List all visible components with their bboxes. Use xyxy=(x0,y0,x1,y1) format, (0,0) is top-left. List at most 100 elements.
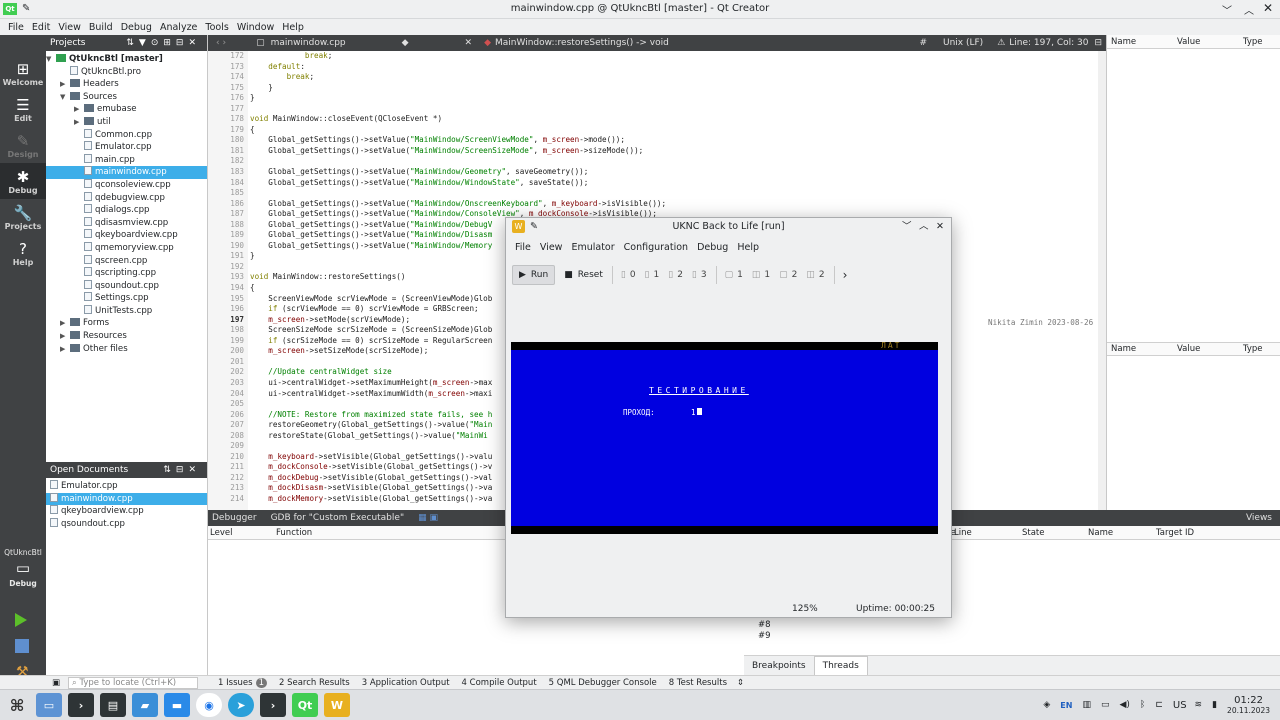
cartridge-1-button[interactable]: ▢ 1 xyxy=(725,270,743,280)
frame-row[interactable]: #9 xyxy=(758,631,771,641)
line-number[interactable]: 185 xyxy=(208,188,248,199)
line-number[interactable]: 200 xyxy=(208,346,248,357)
tree-file[interactable]: UnitTests.cpp xyxy=(46,304,207,318)
battery-icon[interactable]: ▮ xyxy=(1212,700,1217,710)
back-forward-icons[interactable]: ‹ › xyxy=(216,38,226,48)
chrome-icon[interactable]: ◉ xyxy=(196,693,222,717)
line-number[interactable]: 199 xyxy=(208,336,248,347)
menu-debug[interactable]: Debug xyxy=(121,22,152,33)
bluetooth-icon[interactable]: ᛒ xyxy=(1140,700,1145,710)
maximize-icon[interactable]: ︿ xyxy=(1244,2,1254,17)
code-line[interactable] xyxy=(250,156,1106,167)
reset-button[interactable]: ■ Reset xyxy=(564,270,603,280)
floppy-drive-3-button[interactable]: ▯ 3 xyxy=(692,270,707,280)
line-number[interactable]: 180 xyxy=(208,135,248,146)
mode-edit[interactable]: ☰ Edit xyxy=(0,91,46,127)
output-tab-application[interactable]: 3 Application Output xyxy=(362,678,450,688)
code-line[interactable]: Global_getSettings()->setValue("MainWind… xyxy=(250,135,1106,146)
line-number[interactable]: 174 xyxy=(208,72,248,83)
tree-file[interactable]: qkeyboardview.cpp xyxy=(46,229,207,242)
dolphin-icon[interactable]: ▤ xyxy=(100,693,126,717)
toolbar-more-icon[interactable]: › xyxy=(843,268,848,282)
line-number[interactable]: 177 xyxy=(208,104,248,115)
line-number[interactable]: 175 xyxy=(208,83,248,94)
line-number[interactable]: 210 xyxy=(208,452,248,463)
clock[interactable]: 01:22 20.11.2023 xyxy=(1227,695,1270,715)
desktop-icon[interactable]: ▭ xyxy=(36,693,62,717)
line-number[interactable]: 214 xyxy=(208,494,248,505)
line-number[interactable]: 195 xyxy=(208,294,248,305)
pane-toolbar-icons[interactable]: ⇅▼⊙⊞⊟✕ xyxy=(126,38,201,48)
close-icon[interactable]: ✕ xyxy=(1263,1,1273,15)
line-number[interactable]: 198 xyxy=(208,325,248,336)
tree-file[interactable]: qmemoryview.cpp xyxy=(46,241,207,255)
line-number[interactable]: 172 xyxy=(208,51,248,62)
code-line[interactable]: break; xyxy=(250,72,1106,83)
uknc-taskbar-icon[interactable]: W xyxy=(324,693,350,717)
hdd-2-button[interactable]: ◫ 2 xyxy=(806,270,824,280)
console-icon[interactable]: › xyxy=(260,693,286,717)
locator-input[interactable]: ⌕ Type to locate (Ctrl+K) xyxy=(68,676,199,689)
code-line[interactable]: Global_getSettings()->setValue("MainWind… xyxy=(250,199,1106,210)
tree-other-files[interactable]: ▶ Other files xyxy=(46,343,207,356)
mode-design[interactable]: ✎ Design xyxy=(0,127,46,163)
folder-icon[interactable]: ▬ xyxy=(164,693,190,717)
notifications-icon[interactable]: ⊏ xyxy=(1155,700,1163,710)
minimize-icon[interactable]: ﹀ xyxy=(1222,2,1232,17)
menu-file[interactable]: File xyxy=(8,22,24,33)
editor-file-combo[interactable]: mainwindow.cpp xyxy=(271,38,346,48)
open-doc-item[interactable]: qsoundout.cpp xyxy=(46,517,207,531)
debugger-tab[interactable]: Debugger xyxy=(212,513,257,523)
line-number[interactable]: 193 xyxy=(208,272,248,283)
line-number[interactable]: 190 xyxy=(208,241,248,252)
language-indicator[interactable]: EN xyxy=(1060,701,1072,710)
line-number[interactable]: 186 xyxy=(208,199,248,210)
uknc-menu-file[interactable]: File xyxy=(515,242,531,253)
split-icon[interactable]: ⊟ xyxy=(1094,38,1102,48)
line-number[interactable]: 213 xyxy=(208,483,248,494)
menu-view[interactable]: View xyxy=(58,22,81,33)
uknc-menu-view[interactable]: View xyxy=(540,242,563,253)
tree-file[interactable]: qscreen.cpp xyxy=(46,254,207,268)
menu-analyze[interactable]: Analyze xyxy=(160,22,197,33)
line-number[interactable]: 209 xyxy=(208,441,248,452)
uknc-menu-debug[interactable]: Debug xyxy=(697,242,728,253)
line-number[interactable]: 178 xyxy=(208,114,248,125)
tree-root[interactable]: ▼ QtUkncBtl [master] xyxy=(46,53,207,66)
start-debug-icon[interactable] xyxy=(15,639,29,653)
output-tab-tests[interactable]: 8 Test Results xyxy=(669,678,727,688)
tree-file[interactable]: qdisasmview.cpp xyxy=(46,216,207,230)
line-number[interactable]: 173 xyxy=(208,62,248,73)
debug-actions-icons[interactable]: ▦ ▣ xyxy=(418,513,438,523)
line-number[interactable]: 205 xyxy=(208,399,248,410)
kit-selector[interactable]: QtUkncBtl ▭ Debug xyxy=(0,548,46,588)
line-number[interactable]: 206 xyxy=(208,410,248,421)
uknc-menu-help[interactable]: Help xyxy=(737,242,759,253)
uknc-menu-configuration[interactable]: Configuration xyxy=(624,242,688,253)
engine-combo[interactable]: GDB for "Custom Executable" xyxy=(271,513,405,523)
code-line[interactable]: { xyxy=(250,125,1106,136)
output-tab-search[interactable]: 2 Search Results xyxy=(279,678,350,688)
line-number[interactable]: 188 xyxy=(208,220,248,231)
line-number[interactable]: 197 xyxy=(208,315,248,326)
tab-threads[interactable]: Threads xyxy=(813,655,868,676)
line-number[interactable]: 196 xyxy=(208,304,248,315)
line-ending-combo[interactable]: Unix (LF) xyxy=(943,38,983,48)
clipboard-icon[interactable]: ▥ xyxy=(1082,700,1091,710)
line-number[interactable]: 194 xyxy=(208,283,248,294)
line-number[interactable]: 184 xyxy=(208,178,248,189)
tab-breakpoints[interactable]: Breakpoints xyxy=(744,657,814,675)
output-tab-compile[interactable]: 4 Compile Output xyxy=(462,678,537,688)
floppy-drive-2-button[interactable]: ▯ 2 xyxy=(668,270,683,280)
tree-file[interactable]: qdialogs.cpp xyxy=(46,204,207,217)
line-number[interactable]: 179 xyxy=(208,125,248,136)
views-button[interactable]: Views xyxy=(1246,513,1272,523)
output-tab-qml[interactable]: 5 QML Debugger Console xyxy=(549,678,657,688)
tree-pro-file[interactable]: QtUkncBtl.pro xyxy=(46,65,207,79)
mode-help[interactable]: ? Help xyxy=(0,235,46,271)
uknc-close-icon[interactable]: ✕ xyxy=(936,218,944,236)
code-line[interactable]: Global_getSettings()->setValue("MainWind… xyxy=(250,167,1106,178)
close-document-icon[interactable]: ✕ xyxy=(465,38,473,48)
hash-label[interactable]: # xyxy=(919,38,927,48)
tree-file[interactable]: qsoundout.cpp xyxy=(46,279,207,293)
